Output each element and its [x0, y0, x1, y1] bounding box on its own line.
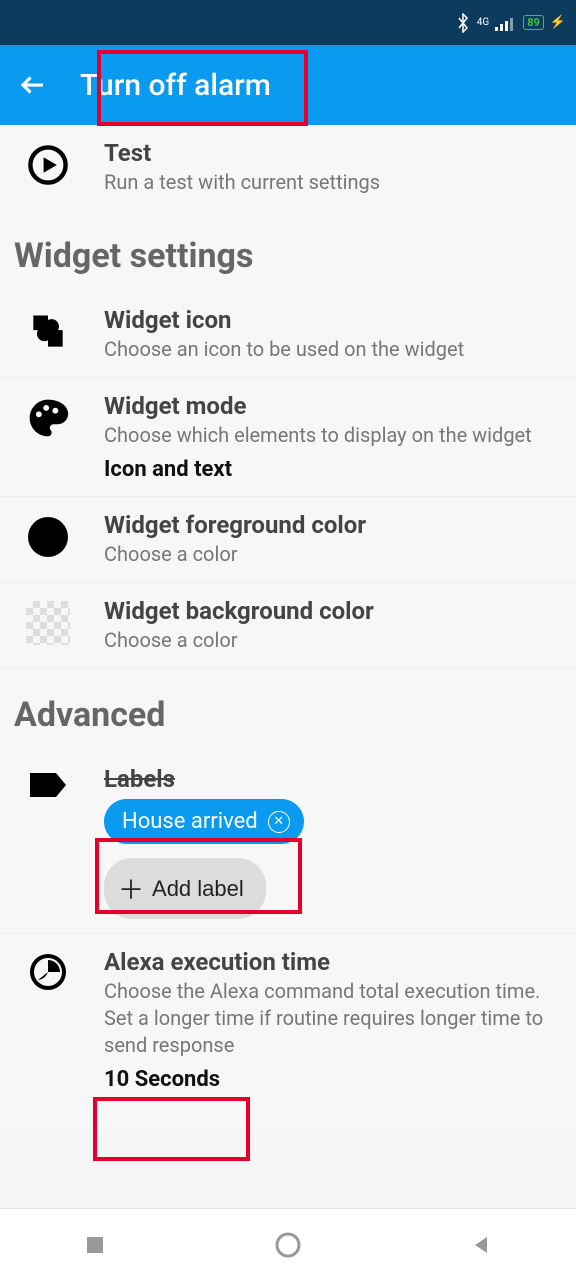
system-nav-bar — [0, 1208, 576, 1280]
page-title: Turn off alarm — [80, 68, 271, 103]
alexa-row[interactable]: Alexa execution time Choose the Alexa co… — [0, 934, 576, 1132]
charging-icon: ⚡ — [550, 15, 566, 30]
palette-icon — [26, 396, 70, 440]
puzzle-icon — [26, 310, 70, 354]
status-bar: 4G 89 ⚡ — [0, 0, 576, 45]
widget-icon-row[interactable]: Widget icon Choose an icon to be used on… — [0, 292, 576, 378]
checker-icon — [26, 601, 70, 645]
alexa-title: Alexa execution time — [104, 948, 556, 976]
nav-home-button[interactable] — [273, 1230, 303, 1260]
plus-icon: ＋ — [118, 870, 144, 907]
remove-chip-icon[interactable]: ✕ — [268, 811, 290, 833]
labels-row[interactable]: Labels House arrived ✕ ＋ Add label — [0, 751, 576, 934]
color-circle-icon — [26, 515, 70, 559]
add-label-button[interactable]: ＋ Add label — [104, 858, 266, 919]
widget-icon-title: Widget icon — [104, 306, 556, 334]
add-label-text: Add label — [152, 876, 244, 902]
alexa-sub: Choose the Alexa command total execution… — [104, 978, 556, 1059]
widget-icon-sub: Choose an icon to be used on the widget — [104, 336, 556, 363]
nav-recent-button[interactable] — [83, 1233, 107, 1257]
widget-bg-sub: Choose a color — [104, 627, 556, 654]
widget-fg-row[interactable]: Widget foreground color Choose a color — [0, 497, 576, 583]
widget-mode-title: Widget mode — [104, 392, 556, 420]
widget-fg-sub: Choose a color — [104, 541, 556, 568]
widget-fg-title: Widget foreground color — [104, 511, 556, 539]
test-title: Test — [104, 139, 556, 167]
bluetooth-icon — [455, 13, 471, 33]
widget-mode-value: Icon and text — [104, 457, 556, 482]
widget-bg-title: Widget background color — [104, 597, 556, 625]
battery-indicator: 89 — [523, 15, 544, 30]
nav-back-button[interactable] — [469, 1233, 493, 1257]
tag-icon — [28, 769, 68, 801]
section-advanced: Advanced — [0, 669, 576, 751]
widget-bg-row[interactable]: Widget background color Choose a color — [0, 583, 576, 669]
section-widget-settings: Widget settings — [0, 210, 576, 292]
label-chip[interactable]: House arrived ✕ — [104, 799, 304, 844]
time-icon — [28, 952, 68, 992]
app-bar: Turn off alarm — [0, 45, 576, 125]
alexa-value: 10 Seconds — [104, 1067, 556, 1092]
network-label: 4G — [477, 17, 489, 28]
back-button[interactable] — [18, 70, 48, 100]
labels-title: Labels — [104, 765, 556, 793]
widget-mode-sub: Choose which elements to display on the … — [104, 422, 556, 449]
test-row[interactable]: Test Run a test with current settings — [0, 125, 576, 210]
widget-mode-row[interactable]: Widget mode Choose which elements to dis… — [0, 378, 576, 497]
test-sub: Run a test with current settings — [104, 169, 556, 196]
play-icon — [26, 143, 70, 187]
label-chip-text: House arrived — [122, 809, 258, 834]
signal-icon — [495, 15, 517, 31]
